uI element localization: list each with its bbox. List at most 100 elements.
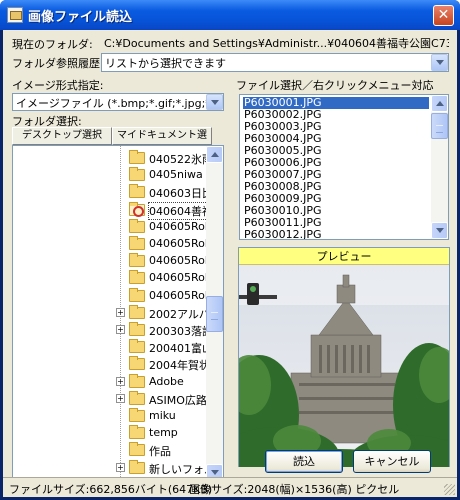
- tree-folder-label: 作品: [149, 445, 171, 459]
- load-button[interactable]: 読込: [265, 450, 343, 473]
- status-image-size: 画像サイズ:2048(幅)×1536(高) ピクセル: [189, 483, 400, 496]
- file-select-label: ファイル選択／右クリックメニュー対応: [236, 79, 434, 92]
- tree-folder-item[interactable]: 040603日比: [13, 184, 211, 200]
- folder-icon: [129, 218, 145, 233]
- expand-plus-icon[interactable]: +: [116, 393, 125, 403]
- tree-folder-label: miku: [149, 409, 176, 422]
- status-bar: ファイルサイズ:662,856バイト(647KB) 画像サイズ:2048(幅)×…: [3, 477, 457, 497]
- image-format-dropdown[interactable]: イメージファイル (*.bmp;*.gif;*.jpg;*.jpeg;*.p: [12, 93, 224, 111]
- tree-folder-label: 2002アルバム: [149, 307, 211, 321]
- expand-plus-icon[interactable]: +: [116, 376, 125, 386]
- folder-icon: [129, 442, 145, 457]
- tree-folder-item[interactable]: 0405niwa: [13, 167, 211, 183]
- folder-icon: [129, 425, 145, 440]
- tree-folder-label: 0405niwa: [149, 168, 203, 182]
- tab-desktop[interactable]: デスクトップ選択: [12, 127, 112, 145]
- current-folder-label: 現在のフォルダ:: [12, 38, 93, 51]
- file-list-item[interactable]: P6030012.JPG: [243, 229, 429, 240]
- tree-folder-item[interactable]: 040605Robo: [13, 287, 211, 304]
- folder-icon: [129, 253, 145, 268]
- folder-icon: [129, 322, 145, 336]
- tree-folder-label: 2004年賀状: [149, 359, 210, 373]
- tree-folder-label: 040605Robo: [149, 219, 211, 233]
- tree-folder-label: 040605Robo: [149, 254, 211, 268]
- tree-folder-item[interactable]: 040605Robo: [13, 253, 211, 269]
- folder-icon: [129, 150, 145, 164]
- folder-tree[interactable]: 040522氷雨 0405niwa 040603日比 040604善福 040605Ro…: [12, 145, 224, 482]
- tree-folder-label: 040604善福: [148, 201, 212, 220]
- folder-icon: [129, 167, 145, 182]
- folder-icon: [129, 270, 145, 285]
- tree-folder-item[interactable]: 040522氷雨: [13, 150, 211, 166]
- folder-icon: [129, 408, 145, 422]
- tree-folder-item[interactable]: + ASIMO広路: [13, 390, 211, 407]
- folder-icon: [129, 339, 145, 354]
- tree-folder-item[interactable]: 040604善福: [13, 201, 212, 220]
- preview-panel: プレビュー: [238, 247, 450, 467]
- tree-folder-item[interactable]: +2002アルバム: [13, 304, 211, 321]
- app-icon: [7, 7, 23, 23]
- folder-history-dropdown[interactable]: リストから選択できます: [101, 53, 449, 72]
- status-file-size: ファイルサイズ:662,856バイト(647KB): [9, 483, 213, 496]
- folder-tree-scrollbar[interactable]: [206, 146, 223, 481]
- tree-folder-label: 200401富山: [149, 342, 211, 356]
- image-format-dropdown-arrow-icon[interactable]: [206, 94, 223, 110]
- image-format-label: イメージ形式指定:: [12, 79, 104, 92]
- tree-folder-item[interactable]: temp: [13, 425, 211, 441]
- expand-plus-icon[interactable]: +: [116, 325, 125, 334]
- scroll-thumb[interactable]: [206, 296, 223, 332]
- tree-folder-item[interactable]: + 新しいフォルダ: [13, 459, 211, 476]
- tree-folder-label: 040605Robo: [149, 271, 211, 285]
- tree-folder-label: ASIMO広路: [149, 393, 207, 407]
- tree-folder-label: temp: [149, 426, 178, 440]
- image-format-value: イメージファイル (*.bmp;*.gif;*.jpg;*.jpeg;*.p: [16, 97, 223, 110]
- folder-icon: [129, 304, 145, 319]
- tree-folder-item[interactable]: 200401富山: [13, 339, 211, 355]
- close-button[interactable]: ✕: [433, 5, 454, 26]
- expand-plus-icon[interactable]: +: [116, 307, 125, 317]
- expand-plus-icon[interactable]: +: [116, 462, 125, 472]
- folder-icon: [129, 459, 145, 474]
- title-bar[interactable]: 画像ファイル読込 ✕: [0, 0, 460, 30]
- tree-folder-item[interactable]: + Adobe: [13, 373, 211, 390]
- tree-folder-item[interactable]: 040605Robo: [13, 270, 211, 286]
- tree-folder-label: 新しいフォルダ: [149, 462, 211, 476]
- current-folder-value: C:¥Documents and Settings¥Administr...¥0…: [101, 34, 449, 53]
- file-list[interactable]: P6030001.JPG P6030002.JPG P6030003.JPG P603…: [239, 94, 449, 240]
- folder-tabs: デスクトップ選択 マイドキュメント選択: [12, 127, 212, 157]
- scroll-up-icon[interactable]: [431, 95, 448, 112]
- tree-folder-label: 040603日比: [149, 187, 211, 201]
- tree-folder-item[interactable]: 作品: [13, 442, 211, 458]
- tree-folder-label: 200303落語: [149, 325, 211, 338]
- tree-folder-label: 040605Robo: [149, 288, 211, 302]
- tree-folder-item[interactable]: 2004年賀状: [13, 356, 211, 372]
- dialog-body: 現在のフォルダ: C:¥Documents and Settings¥Admin…: [3, 30, 457, 497]
- scroll-up-icon[interactable]: [206, 146, 223, 163]
- tree-folder-label: 040605Robo: [149, 237, 211, 250]
- file-list-scrollbar[interactable]: [431, 95, 448, 239]
- tree-folder-label: Adobe: [149, 374, 184, 388]
- tree-folder-label: 040522氷雨: [149, 153, 211, 166]
- folder-icon: [129, 287, 145, 302]
- tree-folder-item[interactable]: 040605Robo: [13, 236, 211, 252]
- scroll-thumb[interactable]: [431, 113, 448, 139]
- tab-my-documents[interactable]: マイドキュメント選択: [112, 127, 212, 157]
- cancel-button[interactable]: キャンセル: [353, 450, 431, 473]
- scroll-down-icon[interactable]: [431, 222, 448, 239]
- folder-history-dropdown-arrow-icon[interactable]: [431, 54, 448, 71]
- folder-icon: [129, 356, 145, 371]
- folder-icon: [129, 236, 145, 250]
- tree-folder-item[interactable]: +200303落語: [13, 322, 211, 338]
- preview-image: [239, 265, 449, 467]
- window-title: 画像ファイル読込: [28, 10, 133, 25]
- folder-history-label: フォルダ参照履歴:: [12, 57, 104, 70]
- folder-history-value: リストから選択できます: [105, 57, 226, 70]
- folder-icon: [129, 373, 145, 388]
- folder-icon: [129, 390, 145, 405]
- folder-icon: [129, 184, 145, 199]
- resize-grip-icon[interactable]: [444, 484, 455, 495]
- tree-folder-item[interactable]: miku: [13, 408, 211, 424]
- tree-folder-item[interactable]: 040605Robo: [13, 218, 211, 235]
- folder-open-icon: [129, 201, 145, 217]
- preview-header: プレビュー: [239, 248, 449, 265]
